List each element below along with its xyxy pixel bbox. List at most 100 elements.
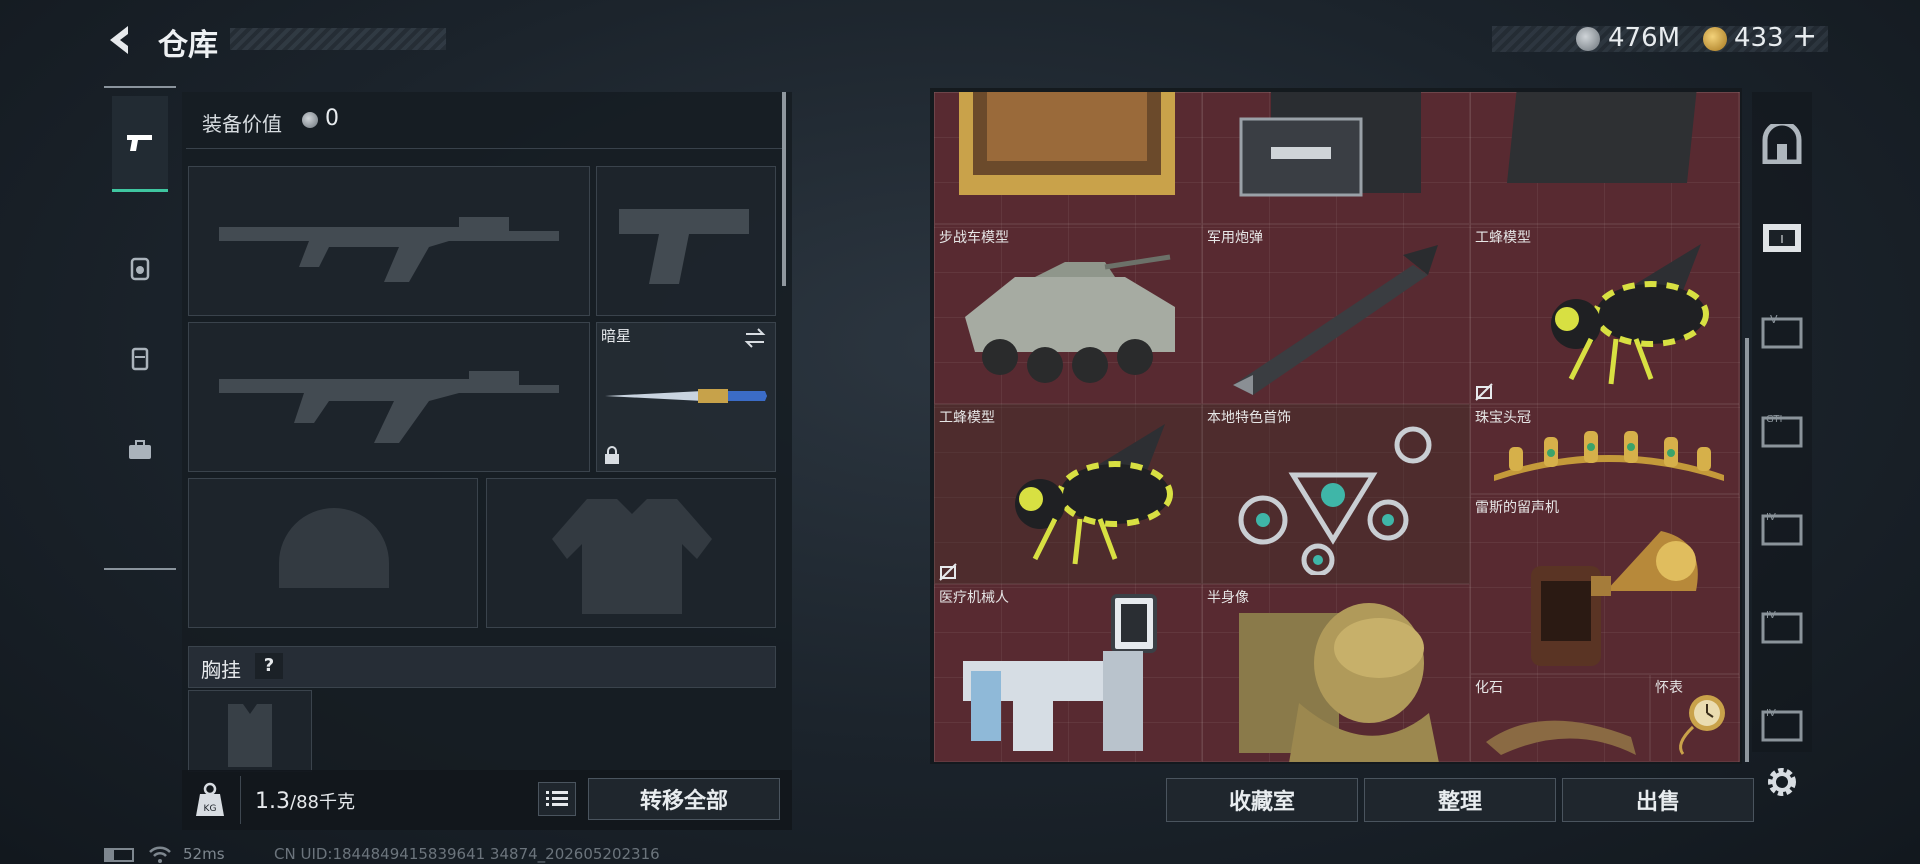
currency-2-add-button[interactable]: + bbox=[1792, 19, 1817, 54]
home-icon bbox=[1762, 124, 1802, 164]
item-carbon-sheet[interactable] bbox=[1470, 92, 1740, 224]
stash-grid: 步战车模型 军用炮弹 工蜂模型 工蜂模型 本地特色首饰 珠宝头冠 雷斯的留声机 … bbox=[934, 92, 1740, 762]
item-pocket-watch[interactable]: 怀表 bbox=[1650, 674, 1740, 762]
currency-2-value: 433 bbox=[1734, 23, 1784, 53]
melee-slot[interactable]: 暗星 bbox=[596, 322, 776, 472]
tab-label: GTI bbox=[1766, 414, 1782, 425]
carbon-sheet-icon bbox=[1507, 92, 1697, 183]
wifi-icon bbox=[149, 846, 171, 863]
item-painting[interactable] bbox=[934, 92, 1202, 224]
settings-button[interactable] bbox=[1756, 756, 1808, 808]
weight-current: 1.3 bbox=[255, 789, 290, 814]
list-icon bbox=[546, 791, 568, 806]
primary-weapon-slot-1[interactable] bbox=[188, 166, 590, 316]
chest-rig-label: 胸挂 bbox=[201, 658, 241, 682]
tab-stash-page-1[interactable]: I bbox=[1756, 210, 1808, 262]
item-medical-robot[interactable]: 医疗机械人 bbox=[934, 584, 1202, 762]
tab-stash-page-5[interactable]: IV bbox=[1756, 600, 1808, 652]
currency-2-icon bbox=[1703, 27, 1727, 51]
item-fossil[interactable]: 化石 bbox=[1470, 674, 1650, 762]
item-machine[interactable] bbox=[1202, 92, 1470, 224]
equip-value: 0 bbox=[325, 106, 339, 131]
battery-icon bbox=[104, 848, 134, 862]
pistol-silhouette-icon bbox=[619, 209, 749, 284]
item-jeweled-tiara[interactable]: 珠宝头冠 bbox=[1470, 404, 1740, 494]
currency-1-icon bbox=[1576, 27, 1600, 51]
page-title: 仓库 bbox=[158, 28, 218, 63]
item-label: 化石 bbox=[1475, 680, 1503, 696]
bag-icon bbox=[131, 347, 149, 371]
missile-icon bbox=[1233, 245, 1438, 395]
item-label: 珠宝头冠 bbox=[1475, 410, 1531, 426]
jewelry-icon bbox=[1238, 426, 1432, 575]
item-military-shell[interactable]: 军用炮弹 bbox=[1202, 224, 1470, 404]
tab-gear[interactable] bbox=[108, 236, 172, 300]
tiara-icon bbox=[1494, 431, 1724, 481]
tab-stash-page-3[interactable]: GTI bbox=[1756, 404, 1808, 456]
stash-page-icon: IV bbox=[1761, 708, 1803, 742]
item-label: 军用炮弹 bbox=[1207, 230, 1263, 246]
item-label: 雷斯的留声机 bbox=[1475, 500, 1559, 516]
equipment-scrollbar[interactable] bbox=[782, 92, 786, 286]
item-bust[interactable]: 半身像 bbox=[1202, 584, 1470, 762]
bee-icon bbox=[1551, 244, 1709, 385]
stash-page-icon: GTI bbox=[1761, 414, 1803, 448]
melee-name: 暗星 bbox=[601, 327, 632, 345]
stash-page-icon: I bbox=[1763, 224, 1801, 252]
list-view-button[interactable] bbox=[538, 782, 576, 816]
tab-case[interactable] bbox=[108, 418, 172, 482]
item-rhys-phonograph[interactable]: 雷斯的留声机 bbox=[1470, 494, 1740, 674]
equip-value-icon bbox=[302, 112, 318, 128]
back-button[interactable] bbox=[100, 20, 140, 60]
item-worker-bee-model-2[interactable]: 工蜂模型 bbox=[934, 404, 1202, 584]
swap-icon[interactable] bbox=[743, 327, 767, 349]
chest-rig-help-button[interactable]: ? bbox=[255, 653, 283, 679]
sort-button[interactable]: 整理 bbox=[1364, 778, 1556, 822]
phonograph-icon bbox=[1531, 531, 1698, 666]
collection-button[interactable]: 收藏室 bbox=[1166, 778, 1358, 822]
machine-icon bbox=[1239, 92, 1421, 197]
painting-icon bbox=[959, 92, 1175, 195]
stash-scrollbar[interactable] bbox=[1745, 338, 1749, 762]
tab-stash-page-6[interactable]: IV bbox=[1756, 698, 1808, 750]
rifle-silhouette-icon bbox=[219, 371, 559, 443]
tab-label: IV bbox=[1766, 610, 1776, 621]
lock-icon bbox=[605, 446, 619, 464]
transfer-all-button[interactable]: 转移全部 bbox=[588, 778, 780, 820]
tab-stash-home[interactable] bbox=[1756, 118, 1808, 170]
robot-icon bbox=[963, 594, 1157, 751]
weight-readout: 1.3/88千克 bbox=[255, 788, 355, 814]
currency-1-value: 476M bbox=[1608, 23, 1681, 53]
helmet-silhouette-icon bbox=[279, 508, 389, 588]
armor-slot[interactable] bbox=[486, 478, 776, 628]
secondary-weapon-slot[interactable] bbox=[596, 166, 776, 316]
svg-text:I: I bbox=[1780, 233, 1783, 246]
weight-divider bbox=[240, 776, 241, 824]
equip-value-label: 装备价值 bbox=[202, 112, 282, 136]
tab-stash-page-2[interactable]: V bbox=[1756, 305, 1808, 357]
stash-page-icon: IV bbox=[1761, 610, 1803, 644]
no-insure-icon bbox=[1475, 383, 1493, 401]
tab-label: IV bbox=[1766, 512, 1776, 523]
item-ifv-model[interactable]: 步战车模型 bbox=[934, 224, 1202, 404]
item-local-jewelry[interactable]: 本地特色首饰 bbox=[1202, 404, 1470, 584]
item-worker-bee-model-1[interactable]: 工蜂模型 bbox=[1470, 224, 1740, 404]
pistol-icon bbox=[127, 134, 152, 151]
tab-bag[interactable] bbox=[108, 326, 172, 390]
tab-label: V bbox=[1770, 313, 1778, 326]
tab-weapons[interactable] bbox=[112, 96, 168, 192]
helmet-slot[interactable] bbox=[188, 478, 478, 628]
no-insure-icon bbox=[939, 563, 957, 581]
tab-stash-page-4[interactable]: IV bbox=[1756, 502, 1808, 554]
svg-text:KG: KG bbox=[204, 804, 217, 814]
backpack-icon bbox=[130, 257, 150, 281]
sell-button[interactable]: 出售 bbox=[1562, 778, 1754, 822]
fossil-icon bbox=[1486, 720, 1636, 755]
primary-weapon-slot-2[interactable] bbox=[188, 322, 590, 472]
rifle-silhouette-icon bbox=[219, 217, 559, 282]
stash-page-icon: V bbox=[1761, 313, 1803, 349]
vest-silhouette-icon bbox=[228, 704, 272, 767]
chest-rig-slot[interactable] bbox=[188, 690, 312, 772]
weight-icon: KG bbox=[192, 780, 228, 820]
ping-text: 52ms bbox=[183, 845, 225, 863]
